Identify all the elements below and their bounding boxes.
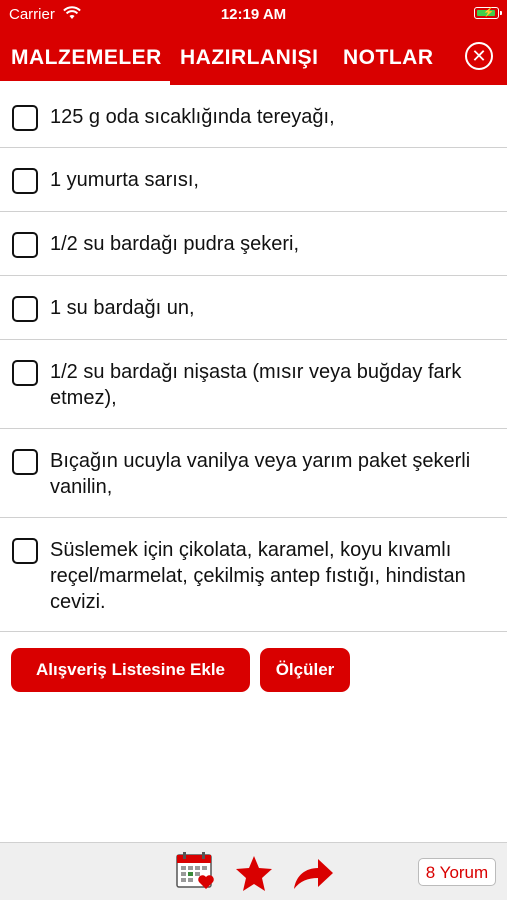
ingredient-text: 1 yumurta sarısı, <box>50 169 199 191</box>
list-item: 125 g oda sıcaklığında tereyağı, <box>0 85 507 148</box>
status-bar: Carrier 12:19 AM ⚡ <box>0 0 507 30</box>
checkbox[interactable] <box>12 538 38 564</box>
comments-button[interactable]: 8 Yorum <box>418 858 496 886</box>
bottom-toolbar: 8 Yorum <box>0 842 507 900</box>
clock: 12:19 AM <box>220 6 287 23</box>
ingredient-text: 1 su bardağı un, <box>50 297 195 319</box>
checkbox[interactable] <box>12 360 38 386</box>
ingredient-list: 125 g oda sıcaklığında tereyağı, 1 yumur… <box>0 85 507 632</box>
list-item: 1/2 su bardağı pudra şekeri, <box>0 212 507 276</box>
star-icon[interactable] <box>234 855 274 898</box>
checkbox[interactable] <box>12 449 38 475</box>
add-to-shopping-list-button[interactable]: Alışveriş Listesine Ekle <box>11 648 250 692</box>
measures-button[interactable]: Ölçüler <box>260 648 350 692</box>
tab-malzemeler[interactable]: MALZEMELER <box>11 46 162 70</box>
ingredient-text: Bıçağın ucuyla vanilya veya yarım paket … <box>50 450 471 498</box>
ingredient-text: Süslemek için çikolata, karamel, koyu kı… <box>50 539 466 613</box>
checkbox[interactable] <box>12 296 38 322</box>
list-item: 1/2 su bardağı nişasta (mısır veya buğda… <box>0 340 507 429</box>
checkbox[interactable] <box>12 232 38 258</box>
list-item: Bıçağın ucuyla vanilya veya yarım paket … <box>0 429 507 518</box>
calendar-heart-icon[interactable] <box>176 851 216 896</box>
list-item: 1 su bardağı un, <box>0 276 507 340</box>
tab-bar: MALZEMELER HAZIRLANIŞI NOTLAR ✕ <box>0 42 507 85</box>
tab-hazirlanisi[interactable]: HAZIRLANIŞI <box>180 46 319 70</box>
ingredient-text: 1/2 su bardağı nişasta (mısır veya buğda… <box>50 361 462 409</box>
close-button[interactable]: ✕ <box>465 42 493 70</box>
close-icon: ✕ <box>471 46 487 66</box>
list-item: Süslemek için çikolata, karamel, koyu kı… <box>0 518 507 632</box>
header-bar: Carrier 12:19 AM ⚡ MALZEMELER HAZIRLANIŞ… <box>0 0 507 85</box>
battery-icon: ⚡ <box>474 7 502 19</box>
ingredient-text: 125 g oda sıcaklığında tereyağı, <box>50 106 335 128</box>
share-arrow-icon[interactable] <box>292 857 334 896</box>
checkbox[interactable] <box>12 105 38 131</box>
action-buttons: Alışveriş Listesine Ekle Ölçüler <box>0 648 507 692</box>
list-item: 1 yumurta sarısı, <box>0 148 507 212</box>
ingredient-text: 1/2 su bardağı pudra şekeri, <box>50 233 300 255</box>
checkbox[interactable] <box>12 168 38 194</box>
tab-notlar[interactable]: NOTLAR <box>343 46 434 70</box>
